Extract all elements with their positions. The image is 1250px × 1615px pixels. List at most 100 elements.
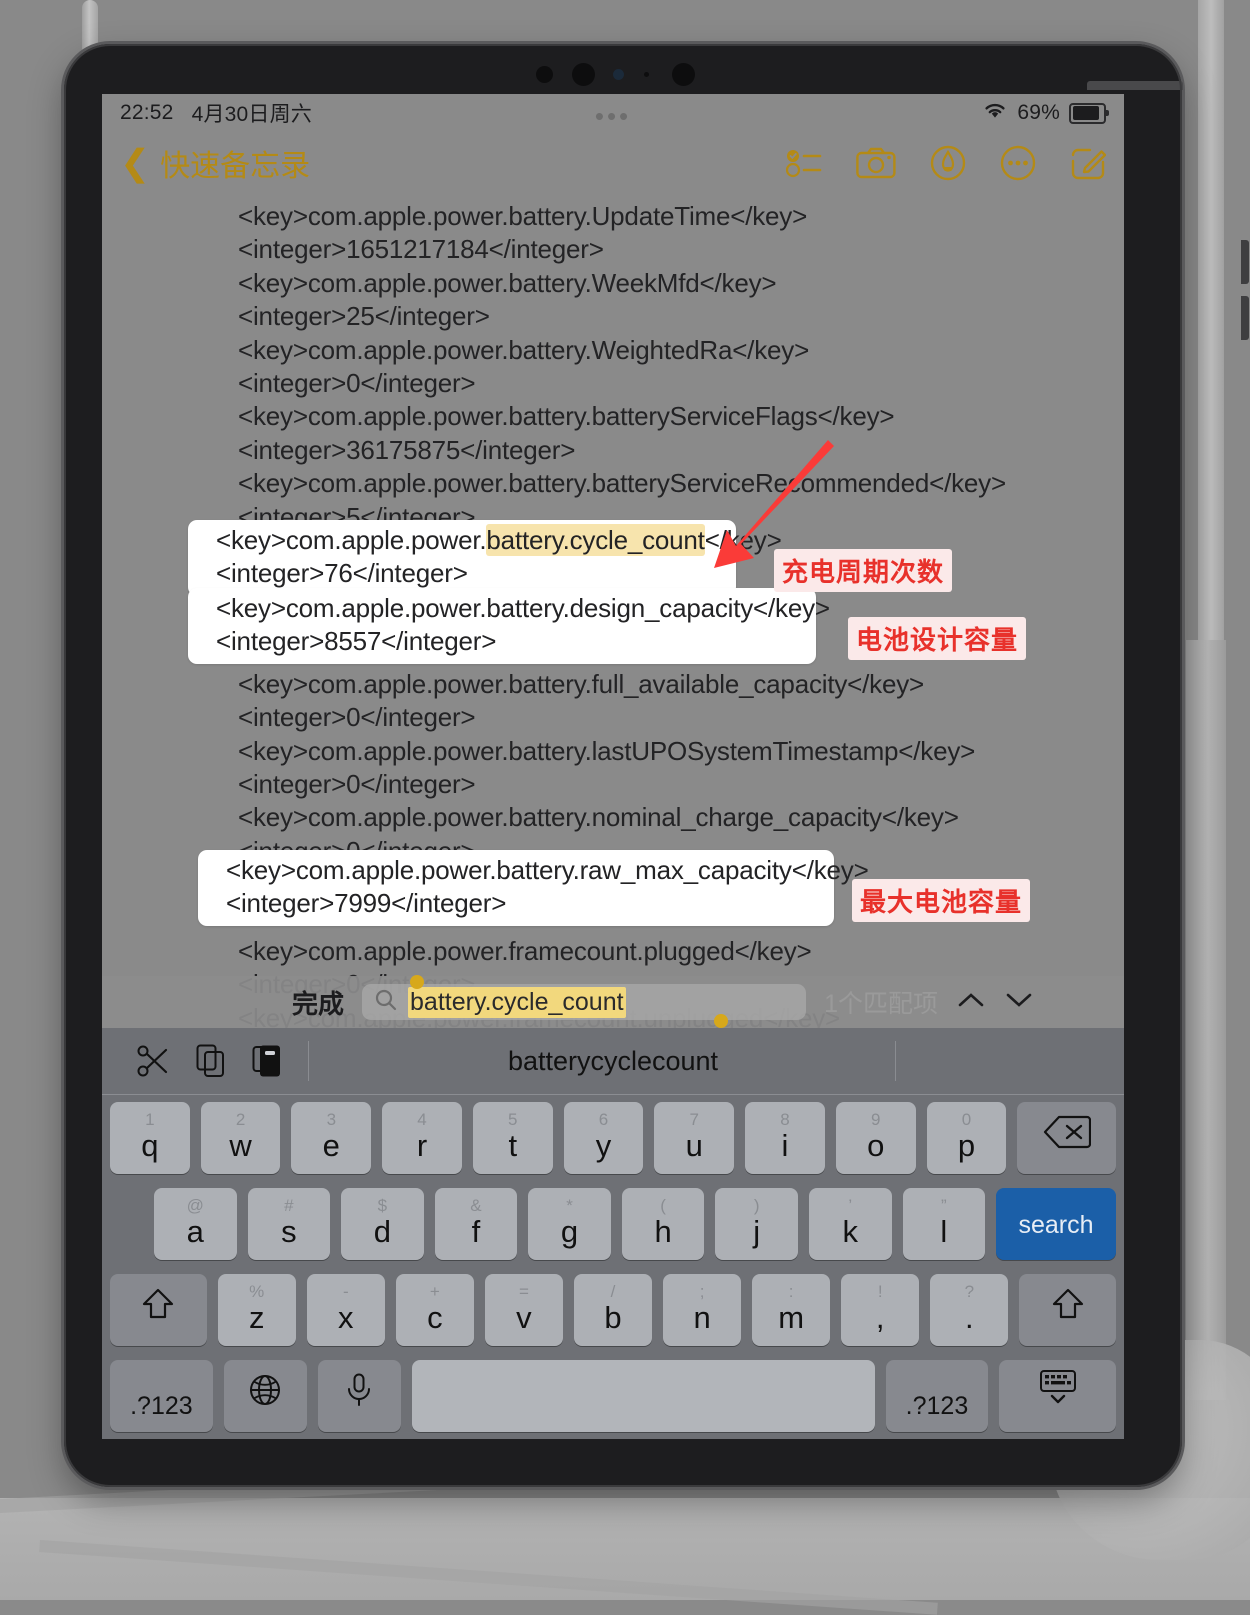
done-button[interactable]: 完成 <box>292 984 344 1021</box>
note-line: <integer>0</integer> <box>238 702 476 733</box>
search-match-highlight: battery.cycle_count <box>486 524 705 556</box>
key-sub: / <box>610 1282 616 1301</box>
backspace-key[interactable] <box>1017 1102 1117 1174</box>
note-line: <key>com.apple.power.battery.WeekMfd</ke… <box>238 267 777 298</box>
key-sub: 7 <box>689 1110 699 1129</box>
keyboard-row-3: % z -x + c = v / b ; n :m !, ?. <box>102 1267 1124 1353</box>
highlight-key-line: <key>com.apple.power.battery.raw_max_cap… <box>226 855 869 885</box>
ipad-device: 22:52 4月30日周六 ••• 69% ❮ 快速备忘录 <key>com.a… <box>64 44 1249 1487</box>
selection-handle-start[interactable] <box>410 975 425 989</box>
search-icon <box>374 988 398 1017</box>
numeric-key-left[interactable]: .?123 <box>109 1360 213 1432</box>
key-label: c <box>427 1300 443 1335</box>
space-key[interactable] <box>411 1360 875 1432</box>
key-sub: & <box>470 1196 482 1215</box>
key-sub: ! <box>877 1282 883 1301</box>
key-comma[interactable]: !, <box>841 1274 920 1346</box>
key-t[interactable]: 5t <box>472 1102 553 1174</box>
key-i[interactable]: 8i <box>745 1102 825 1174</box>
key-sub: ) <box>753 1196 760 1215</box>
key-sub: ; <box>699 1282 705 1301</box>
sensor-dot-3 <box>672 63 695 86</box>
key-q[interactable]: 1q <box>109 1102 190 1174</box>
key-sub: * <box>566 1196 573 1215</box>
highlight-value-line: <integer>7999</integer> <box>226 888 507 919</box>
power-button[interactable] <box>1087 81 1183 90</box>
microphone-icon <box>346 1373 372 1432</box>
key-b[interactable]: / b <box>573 1274 653 1346</box>
key-sub: ? <box>964 1282 975 1301</box>
key-period[interactable]: ?. <box>930 1274 1009 1346</box>
key-sub: - <box>342 1282 349 1301</box>
key-sub: @ <box>186 1196 204 1215</box>
highlight-value-line: <integer>76</integer> <box>216 558 468 589</box>
background-strip-right-top <box>1198 0 1224 740</box>
key-g[interactable]: * g <box>528 1188 611 1260</box>
key-k[interactable]: ’ k <box>808 1188 892 1260</box>
key-f[interactable]: & f <box>434 1188 518 1260</box>
compose-icon[interactable] <box>1070 145 1106 181</box>
key-d[interactable]: $ d <box>341 1188 424 1260</box>
volume-up-button[interactable] <box>1241 240 1249 284</box>
key-c[interactable]: + c <box>395 1274 474 1346</box>
key-label: y <box>595 1128 612 1163</box>
highlight-value-line: <integer>8557</integer> <box>216 626 497 657</box>
chevron-down-icon[interactable] <box>1004 987 1034 1018</box>
shift-key-left[interactable] <box>110 1274 207 1346</box>
camera-icon[interactable] <box>856 147 896 179</box>
volume-down-button[interactable] <box>1241 296 1249 340</box>
highlight-box-design-capacity: <key>com.apple.power.battery.design_capa… <box>188 588 830 664</box>
key-e[interactable]: 3e <box>291 1102 372 1174</box>
key-sub: % <box>249 1282 265 1301</box>
status-bar: 22:52 4月30日周六 ••• 69% <box>102 94 1124 132</box>
key-label: r <box>416 1128 428 1163</box>
key-j[interactable]: ) j <box>715 1188 798 1260</box>
key-label: .?123 <box>130 1392 193 1420</box>
key-x[interactable]: -x <box>306 1274 385 1346</box>
key-u[interactable]: 7u <box>654 1102 735 1174</box>
chevron-up-icon[interactable] <box>956 987 986 1018</box>
key-label: .?123 <box>905 1392 969 1420</box>
note-line: <key>com.apple.power.framecount.plugged<… <box>238 935 812 966</box>
key-m[interactable]: :m <box>752 1274 831 1346</box>
battery-percent: 69% <box>1017 101 1060 124</box>
key-label: n <box>693 1300 711 1335</box>
selection-handle-end[interactable] <box>714 1014 729 1028</box>
ipad-screen: 22:52 4月30日周六 ••• 69% ❮ 快速备忘录 <key>com.a… <box>102 94 1124 1439</box>
checklist-icon[interactable] <box>786 147 822 179</box>
more-circle-icon[interactable] <box>1000 145 1036 181</box>
shift-key-right[interactable] <box>1019 1274 1117 1346</box>
key-w[interactable]: 2w <box>200 1102 281 1174</box>
dismiss-keyboard-key[interactable] <box>999 1360 1117 1432</box>
status-date: 4月30日周六 <box>191 103 312 126</box>
key-z[interactable]: % z <box>217 1274 296 1346</box>
key-label: z <box>248 1300 265 1335</box>
search-return-key[interactable]: search <box>996 1188 1116 1260</box>
note-line: <key>com.apple.power.battery.batteryServ… <box>238 401 895 432</box>
key-h[interactable]: (h <box>621 1188 705 1260</box>
key-label: p <box>957 1128 976 1163</box>
key-v[interactable]: = v <box>484 1274 563 1346</box>
key-s[interactable]: # s <box>247 1188 331 1260</box>
predictive-suggestion[interactable]: batterycyclecount <box>102 1046 1124 1077</box>
background-strip-right-bottom <box>1186 640 1226 1400</box>
search-input[interactable]: battery.cycle_count <box>362 975 807 1028</box>
numeric-key-right[interactable]: .?123 <box>885 1360 989 1432</box>
microphone-key[interactable] <box>317 1360 401 1432</box>
key-sub: 0 <box>961 1110 972 1129</box>
key-o[interactable]: 9o <box>835 1102 916 1174</box>
back-button[interactable]: ❮ 快速备忘录 <box>120 141 310 185</box>
key-r[interactable]: 4r <box>382 1102 462 1174</box>
key-sub: 2 <box>235 1110 246 1129</box>
globe-key[interactable] <box>223 1360 307 1432</box>
key-y[interactable]: 6y <box>563 1102 644 1174</box>
note-body[interactable]: <key>com.apple.power.battery.UpdateTime<… <box>102 194 1124 1036</box>
markup-pen-icon[interactable] <box>930 145 966 181</box>
key-p[interactable]: 0p <box>926 1102 1007 1174</box>
find-bar: 完成 battery.cycle_count 1个匹配项 <box>102 975 1124 1028</box>
key-l[interactable]: ” l <box>902 1188 986 1260</box>
match-count-label: 1个匹配项 <box>824 990 938 1018</box>
key-a[interactable]: @ a <box>154 1188 237 1260</box>
key-n[interactable]: ; n <box>663 1274 742 1346</box>
sensor-dot-2 <box>644 72 649 77</box>
